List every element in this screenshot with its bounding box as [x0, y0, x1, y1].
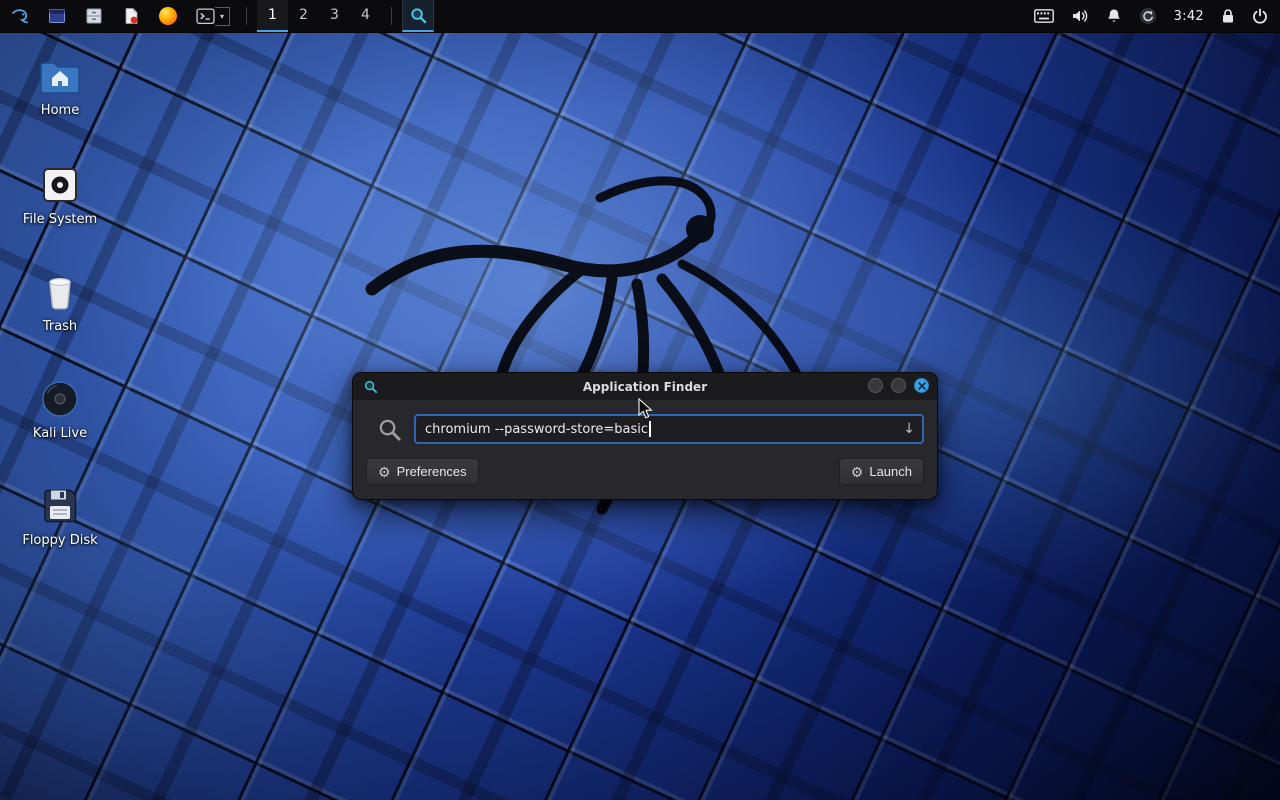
- firefox-icon: [159, 7, 177, 25]
- keyboard-icon: [1034, 9, 1054, 23]
- maximize-button[interactable]: [891, 378, 906, 393]
- top-panel: ▾ 1 2 3 4: [0, 0, 1280, 33]
- workspace-button-3[interactable]: 3: [319, 0, 350, 32]
- launch-button[interactable]: ⚙ Launch: [839, 458, 924, 485]
- history-dropdown-button[interactable]: ↓: [903, 422, 915, 436]
- bell-icon: [1106, 8, 1122, 24]
- workspace-3-label: 3: [330, 7, 339, 23]
- gear-run-icon: ⚙: [851, 465, 864, 479]
- volume-indicator[interactable]: [1071, 8, 1089, 24]
- close-icon: [918, 382, 926, 390]
- workspace-4-label: 4: [361, 7, 370, 23]
- terminal-launcher[interactable]: ▾: [196, 7, 230, 26]
- desktop-icon-label: Kali Live: [10, 426, 110, 441]
- desktop-icon-trash[interactable]: Trash: [10, 270, 110, 334]
- log-out-button[interactable]: [1252, 8, 1268, 24]
- system-tray: 3:42: [1034, 0, 1280, 32]
- trash-can-icon: [38, 270, 82, 314]
- keyboard-layout-indicator[interactable]: [1034, 9, 1054, 23]
- close-button[interactable]: [914, 378, 929, 393]
- desktop-icon-label: Home: [10, 103, 110, 118]
- desktop-icon-label: Trash: [10, 319, 110, 334]
- file-manager-launcher[interactable]: [83, 7, 105, 25]
- down-arrow-icon: ↓: [903, 421, 915, 437]
- kali-logo-icon: [10, 6, 30, 26]
- preferences-button-label: Preferences: [397, 464, 467, 479]
- chevron-down-icon: ▾: [220, 12, 224, 21]
- screen-lock-button[interactable]: [1221, 8, 1235, 24]
- titlebar[interactable]: Application Finder: [353, 373, 937, 400]
- desktop-icon-kali-live[interactable]: Kali Live: [10, 377, 110, 441]
- search-icon: [377, 417, 402, 442]
- workspace-button-1[interactable]: 1: [257, 0, 288, 32]
- application-finder-window: Application Finder chromium --password-s…: [352, 372, 938, 500]
- desktop-icon-floppy-disk[interactable]: Floppy Disk: [10, 484, 110, 548]
- finder-query-input[interactable]: chromium --password-store=basic ↓: [414, 414, 924, 444]
- panel-clock[interactable]: 3:42: [1174, 9, 1204, 24]
- window-icon: [48, 7, 66, 25]
- window-title: Application Finder: [353, 380, 937, 394]
- terminal-icon: [196, 7, 215, 26]
- desktop-icon-label: File System: [10, 212, 110, 227]
- preferences-button[interactable]: ⚙ Preferences: [366, 458, 479, 485]
- desktop-icon-file-system[interactable]: File System: [10, 163, 110, 227]
- minimize-button[interactable]: [868, 378, 883, 393]
- text-caret: [649, 421, 651, 437]
- desktop-icon-home[interactable]: Home: [10, 58, 110, 118]
- window-manager-launcher[interactable]: [46, 7, 68, 25]
- file-manager-icon: [85, 7, 103, 25]
- gear-icon: ⚙: [378, 465, 391, 479]
- workspace-1-label: 1: [268, 7, 277, 23]
- lock-icon: [1221, 8, 1235, 24]
- home-folder-icon: [38, 58, 82, 98]
- desktop-icon-label: Floppy Disk: [10, 533, 110, 548]
- workspace-2-label: 2: [299, 7, 308, 23]
- kali-live-disc-icon: [38, 377, 82, 421]
- file-system-drive-icon: [38, 163, 82, 207]
- finder-query-text: chromium --password-store=basic: [425, 422, 648, 437]
- launch-button-label: Launch: [869, 464, 912, 479]
- kali-menu-button[interactable]: [0, 0, 40, 32]
- panel-separator-2: [391, 7, 392, 25]
- panel-separator: [246, 7, 247, 25]
- terminal-dropdown-button[interactable]: ▾: [215, 7, 230, 26]
- floppy-disk-icon: [38, 484, 82, 528]
- notifications-indicator[interactable]: [1106, 8, 1122, 24]
- text-editor-launcher[interactable]: [120, 7, 142, 25]
- power-icon: [1252, 8, 1268, 24]
- workspace-button-2[interactable]: 2: [288, 0, 319, 32]
- text-editor-icon: [122, 7, 140, 25]
- workspace-button-4[interactable]: 4: [350, 0, 381, 32]
- refresh-disc-icon: [1139, 7, 1157, 25]
- dialog-body: chromium --password-store=basic ↓ ⚙ Pref…: [353, 400, 937, 499]
- panel-launchers: ▾: [40, 0, 236, 32]
- status-disc-indicator[interactable]: [1139, 7, 1157, 25]
- speaker-icon: [1071, 8, 1089, 24]
- kali-dragon-silhouette: [300, 80, 860, 580]
- application-finder-task-icon: [409, 6, 428, 25]
- firefox-launcher[interactable]: [157, 7, 179, 25]
- tasklist-application-finder[interactable]: [402, 0, 434, 32]
